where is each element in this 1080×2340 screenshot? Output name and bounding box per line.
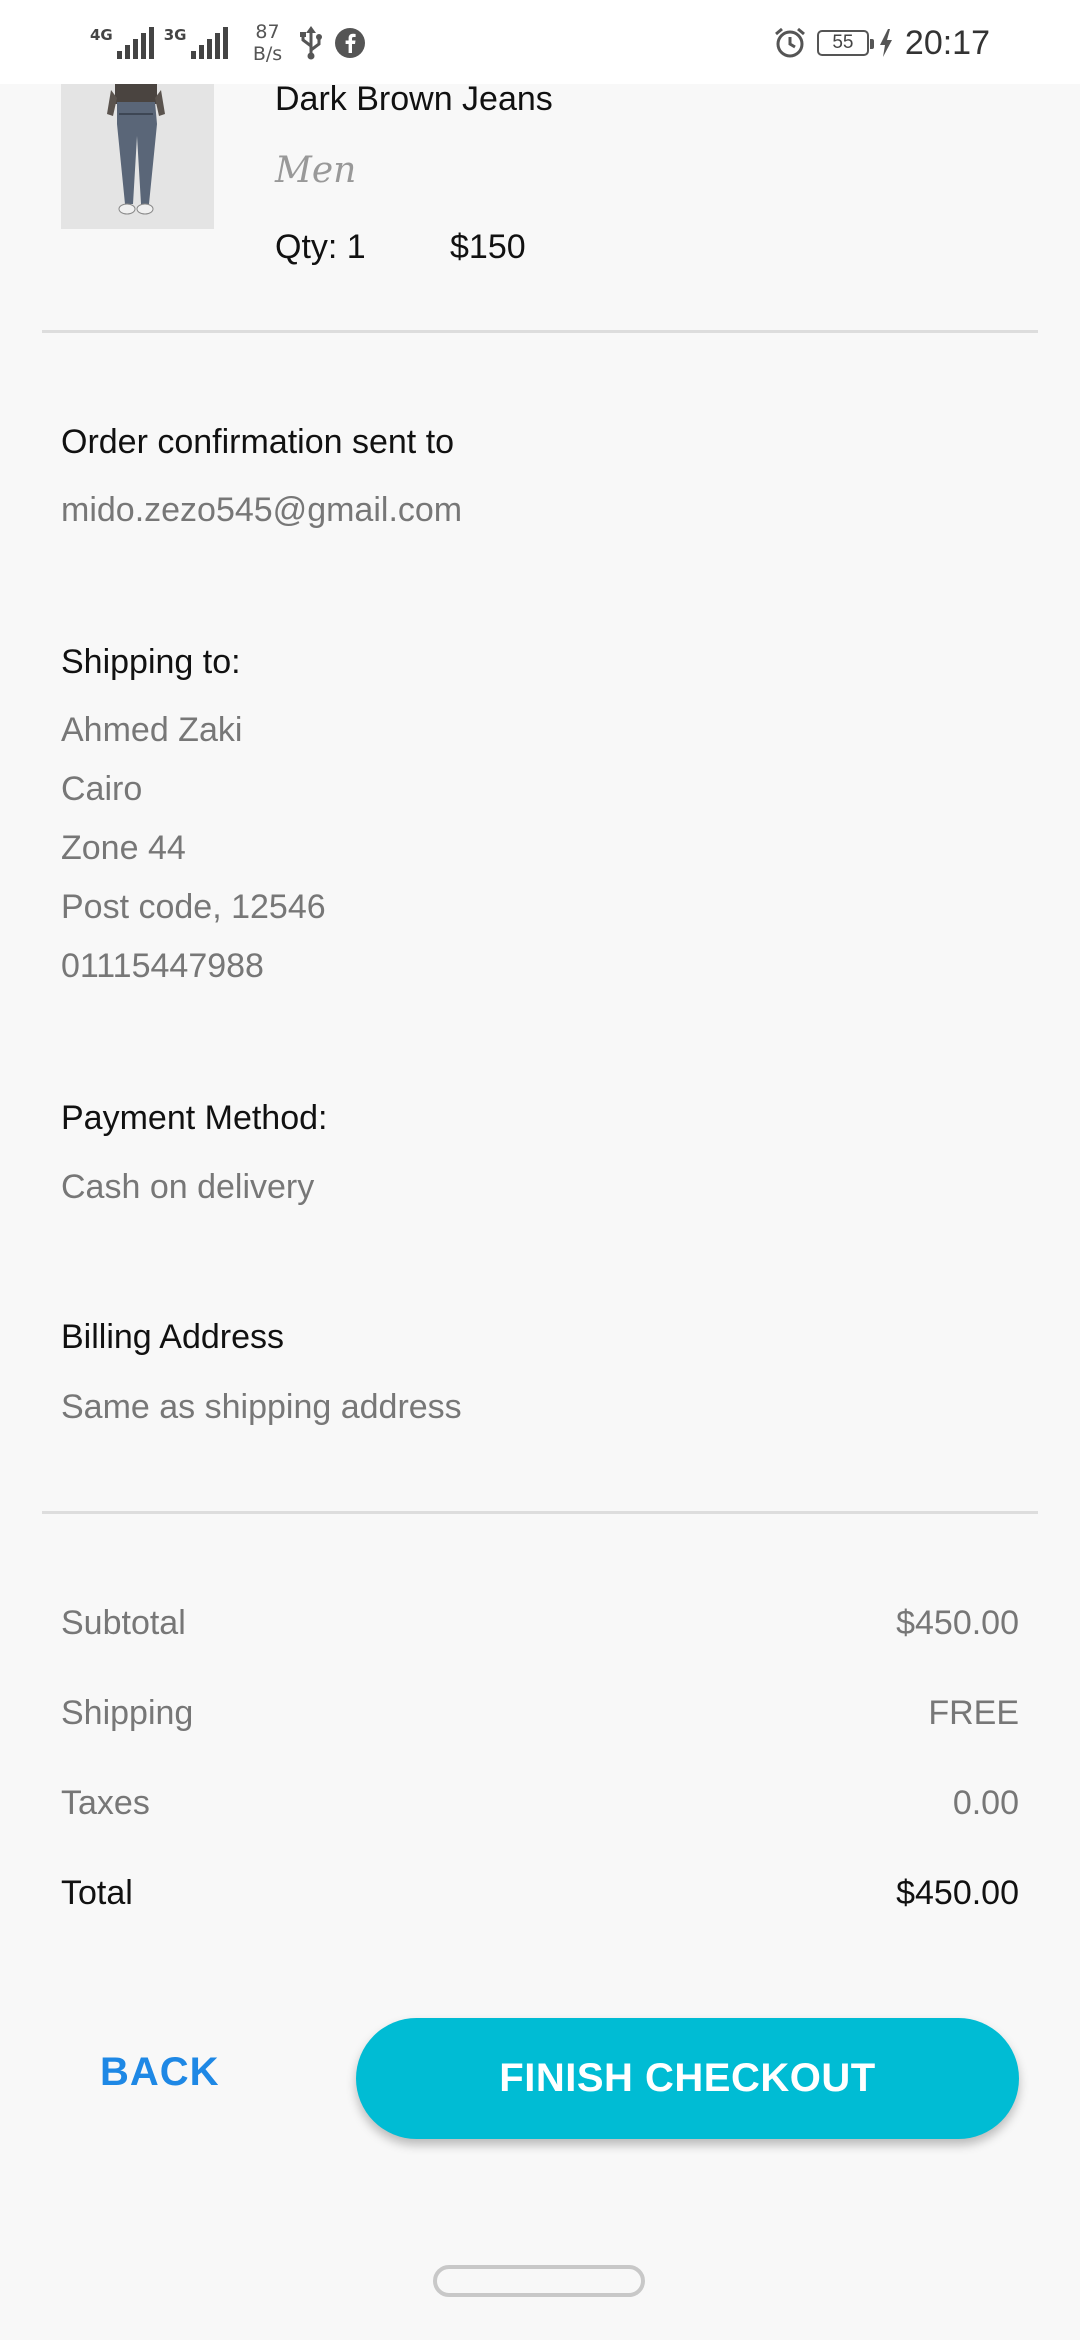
shipping-city: Cairo xyxy=(61,770,143,808)
shipping-postcode: Post code, 12546 xyxy=(61,888,326,926)
divider xyxy=(42,1511,1038,1514)
status-bar-left: 4G 3G 87 B/s xyxy=(90,18,366,68)
shipping-name: Ahmed Zaki xyxy=(61,711,243,749)
billing-label: Billing Address xyxy=(61,1318,285,1356)
shipping-cost-label: Shipping xyxy=(61,1694,194,1732)
battery-level: 55 xyxy=(832,32,854,53)
confirmation-label: Order confirmation sent to xyxy=(61,423,455,461)
signal-icon: 4G xyxy=(90,27,154,59)
status-bar: 4G 3G 87 B/s 55 20:17 xyxy=(0,0,1080,84)
product-category: Men xyxy=(275,150,357,191)
back-button[interactable]: BACK xyxy=(100,2050,220,2095)
product-name: Dark Brown Jeans xyxy=(275,80,553,118)
status-bar-time: 20:17 xyxy=(904,23,990,62)
total-label: Total xyxy=(61,1874,133,1912)
usb-icon xyxy=(298,26,324,60)
product-price: $150 xyxy=(450,228,526,266)
subtotal-value: $450.00 xyxy=(896,1604,1019,1642)
facebook-icon xyxy=(334,27,366,59)
payment-value: Cash on delivery xyxy=(61,1168,315,1206)
confirmation-email: mido.zezo545@gmail.com xyxy=(61,491,463,529)
payment-label: Payment Method: xyxy=(61,1099,328,1137)
taxes-label: Taxes xyxy=(61,1784,150,1822)
taxes-value: 0.00 xyxy=(952,1784,1019,1822)
divider xyxy=(42,330,1038,333)
network-type-label: 3G xyxy=(163,26,187,44)
product-image xyxy=(61,84,214,229)
shipping-zone: Zone 44 xyxy=(61,829,186,867)
network-speed-value: 87 xyxy=(255,21,280,43)
shipping-label: Shipping to: xyxy=(61,643,241,681)
total-value: $450.00 xyxy=(896,1874,1019,1912)
status-bar-right: 55 20:17 xyxy=(773,18,990,68)
network-speed-unit: B/s xyxy=(252,43,283,65)
shipping-cost-value: FREE xyxy=(928,1694,1019,1732)
product-quantity: Qty: 1 xyxy=(275,228,366,266)
signal-icon: 3G xyxy=(164,27,228,59)
battery-icon: 55 xyxy=(816,30,874,56)
finish-checkout-button[interactable]: FINISH CHECKOUT xyxy=(356,2018,1019,2139)
alarm-icon xyxy=(773,26,807,60)
charging-icon xyxy=(879,29,893,57)
shipping-phone: 01115447988 xyxy=(61,947,264,985)
billing-value: Same as shipping address xyxy=(61,1388,462,1426)
home-indicator[interactable] xyxy=(433,2265,645,2297)
network-type-label: 4G xyxy=(90,26,113,44)
subtotal-label: Subtotal xyxy=(61,1604,186,1642)
network-speed: 87 B/s xyxy=(248,21,288,65)
